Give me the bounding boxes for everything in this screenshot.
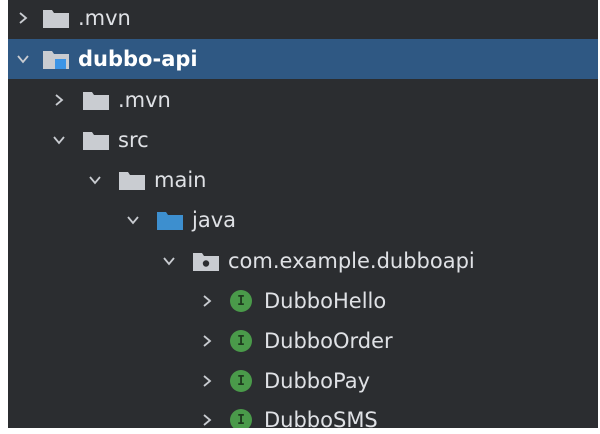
tree-item-dubbopay[interactable]: I DubboPay: [8, 361, 598, 401]
chevron-right-icon[interactable]: [194, 288, 220, 314]
tree-item-package[interactable]: com.example.dubboapi: [8, 241, 598, 281]
folder-icon: [42, 6, 70, 30]
tree-item-label: java: [192, 207, 236, 232]
tree-item-src[interactable]: src: [8, 120, 598, 160]
interface-icon: I: [230, 370, 252, 392]
tree-item-label: DubboPay: [264, 368, 371, 393]
tree-item-label: DubboOrder: [264, 328, 393, 353]
chevron-down-icon[interactable]: [10, 46, 36, 72]
interface-icon: I: [230, 330, 252, 352]
tree-item-java[interactable]: java: [8, 200, 598, 240]
folder-icon: [118, 168, 146, 192]
chevron-right-icon[interactable]: [194, 407, 220, 428]
tree-item-label: com.example.dubboapi: [228, 248, 475, 273]
tree-item-label: .mvn: [78, 5, 131, 30]
chevron-right-icon[interactable]: [10, 5, 36, 31]
interface-icon: I: [230, 290, 252, 312]
chevron-right-icon[interactable]: [46, 87, 72, 113]
chevron-down-icon[interactable]: [156, 248, 182, 274]
tree-item-label: DubboHello: [264, 288, 387, 313]
module-folder-icon: [42, 47, 70, 71]
tree-item-label: .mvn: [118, 87, 171, 112]
tree-item-dubbo-api[interactable]: dubbo-api: [8, 39, 598, 79]
interface-icon: I: [230, 409, 252, 428]
tree-item-dubbohello[interactable]: I DubboHello: [8, 281, 598, 321]
tree-item-label: main: [154, 167, 207, 192]
chevron-right-icon[interactable]: [194, 368, 220, 394]
project-tree: .mvn dubbo-api .mvn src main java com.ex…: [8, 0, 598, 428]
source-folder-icon: [156, 208, 184, 232]
tree-item-mvn-root[interactable]: .mvn: [8, 0, 598, 38]
tree-item-mvn[interactable]: .mvn: [8, 80, 598, 120]
tree-item-label: src: [118, 127, 149, 152]
tree-item-label: dubbo-api: [78, 46, 198, 71]
chevron-down-icon[interactable]: [120, 207, 146, 233]
chevron-down-icon[interactable]: [82, 167, 108, 193]
tree-item-label: DubboSMS: [264, 407, 378, 428]
package-icon: [192, 249, 220, 273]
folder-icon: [82, 88, 110, 112]
tree-item-dubboorder[interactable]: I DubboOrder: [8, 321, 598, 361]
tree-item-dubbosms[interactable]: I DubboSMS: [8, 400, 598, 428]
folder-icon: [82, 128, 110, 152]
chevron-down-icon[interactable]: [46, 127, 72, 153]
chevron-right-icon[interactable]: [194, 328, 220, 354]
tree-item-main[interactable]: main: [8, 160, 598, 200]
